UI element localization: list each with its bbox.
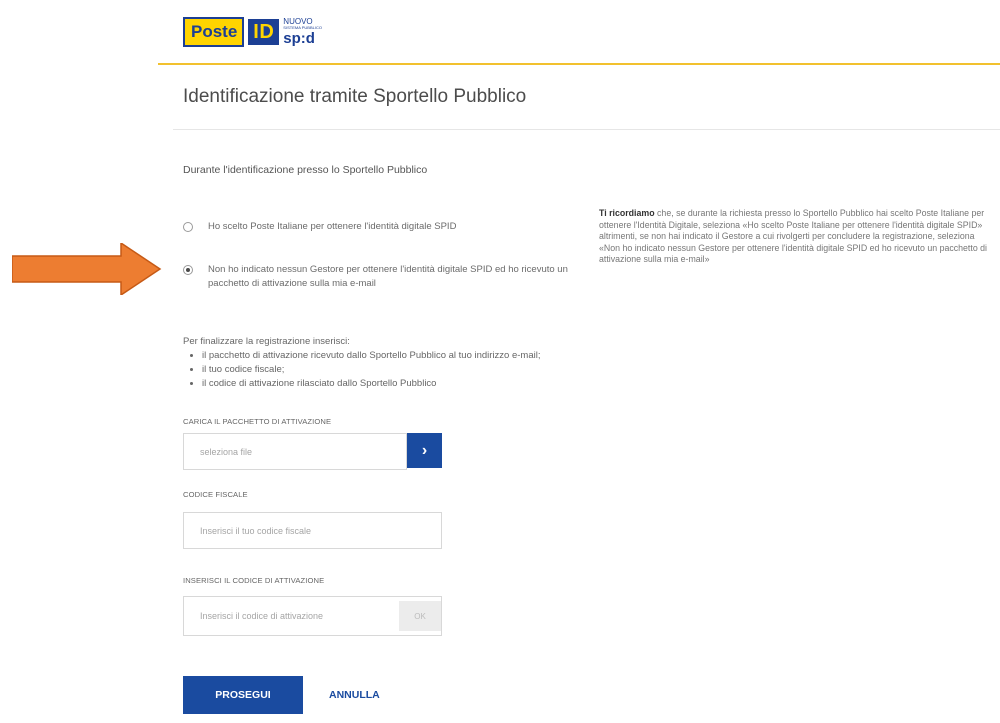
radio-option-label: Ho scelto Poste Italiane per ottenere l'…	[208, 221, 457, 232]
instructions-intro: Per finalizzare la registrazione inseris…	[183, 336, 350, 347]
radio-button-checked[interactable]	[183, 265, 193, 275]
instructions: Per finalizzare la registrazione inseris…	[183, 335, 562, 391]
radio-option-label: Non ho indicato nessun Gestore per otten…	[208, 264, 568, 289]
header-divider	[158, 63, 1000, 65]
reminder-note-bold: Ti ricordiamo	[599, 208, 655, 218]
ok-badge: OK	[399, 601, 441, 631]
package-file-input[interactable]: seleziona file	[183, 433, 407, 470]
package-field-label: CARICA IL PACCHETTO DI ATTIVAZIONE	[183, 417, 332, 426]
spid-label: sp:d	[283, 30, 315, 47]
activation-code-placeholder: Inserisci il codice di attivazione	[200, 611, 324, 621]
radio-option-no-provider[interactable]: Non ho indicato nessun Gestore per otten…	[183, 263, 583, 291]
orange-arrow-icon	[12, 243, 162, 295]
cancel-button[interactable]: ANNULLA	[329, 676, 380, 714]
radio-option-poste-italiane[interactable]: Ho scelto Poste Italiane per ottenere l'…	[183, 220, 523, 234]
fiscal-code-input[interactable]: Inserisci il tuo codice fiscale	[183, 512, 442, 549]
poste-id-spid-logo: Poste ID NUOVO SISTEMA PUBBLICO sp:d	[183, 14, 322, 50]
fiscal-code-label: CODICE FISCALE	[183, 490, 248, 499]
instructions-list: il pacchetto di attivazione ricevuto dal…	[183, 349, 562, 391]
chevron-right-icon: ›	[421, 441, 428, 459]
select-file-button[interactable]: ›	[407, 433, 442, 468]
reminder-note-text: che, se durante la richiesta presso lo S…	[599, 208, 988, 264]
radio-button-unchecked[interactable]	[183, 222, 193, 232]
id-logo-text: ID	[248, 19, 280, 45]
fiscal-code-placeholder: Inserisci il tuo codice fiscale	[200, 525, 312, 536]
proceed-button[interactable]: PROSEGUI	[183, 676, 303, 714]
reminder-note: Ti ricordiamo che, se durante la richies…	[599, 208, 991, 266]
list-item: il codice di attivazione rilasciato dall…	[202, 377, 562, 391]
spid-logo: NUOVO SISTEMA PUBBLICO sp:d	[283, 18, 322, 47]
page-title: Identificazione tramite Sportello Pubbli…	[183, 86, 527, 107]
list-item: il pacchetto di attivazione ricevuto dal…	[202, 349, 562, 363]
list-item: il tuo codice fiscale;	[202, 363, 562, 377]
activation-code-label: INSERISCI IL CODICE DI ATTIVAZIONE	[183, 576, 325, 585]
section-label: Durante l'identificazione presso lo Spor…	[183, 164, 428, 176]
poste-logo-text: Poste	[183, 17, 245, 47]
title-divider	[173, 129, 1000, 130]
package-file-placeholder: seleziona file	[200, 446, 253, 457]
